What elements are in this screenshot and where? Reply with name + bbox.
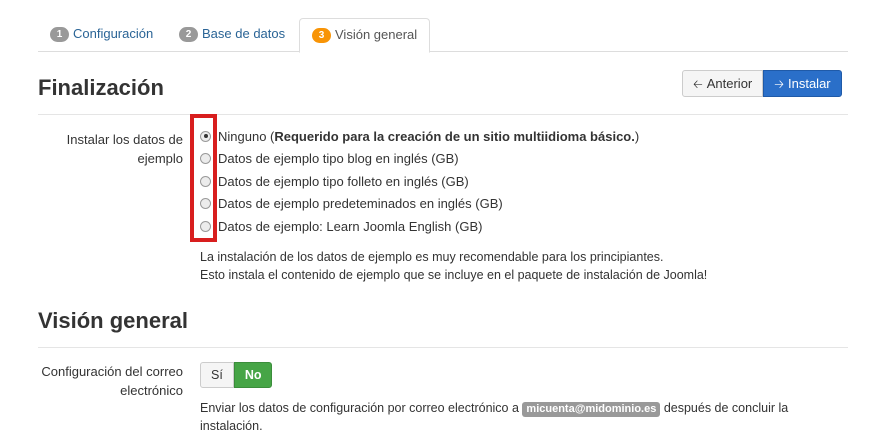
email-help: Enviar los datos de configuración por co… (200, 401, 789, 433)
toggle-yes-button[interactable]: Sí (200, 362, 234, 388)
arrow-left-icon: 🡠 (693, 77, 703, 91)
tab-label: Configuración (73, 26, 154, 41)
tab-database[interactable]: 2 Base de datos (167, 18, 297, 52)
install-steps-tabs: 1 Configuración 2 Base de datos 3 Visión ge… (38, 18, 848, 53)
finalization-divider (38, 114, 848, 115)
tab-overview[interactable]: 3 Visión general (299, 18, 431, 53)
email-config-toggle: Sí No (200, 362, 273, 388)
option-default[interactable]: Datos de ejemplo predeteminados en inglé… (200, 193, 639, 216)
radio-highlight-box (190, 114, 217, 242)
tab-label: Base de datos (202, 26, 286, 41)
finalization-title: Finalización (38, 75, 164, 100)
email-config-label: Configuración del correo electrónico (41, 364, 183, 398)
navigation-buttons: 🡠 Anterior 🡢 Instalar (682, 70, 842, 97)
option-label: Datos de ejemplo: Learn Joomla English (… (218, 218, 483, 234)
option-blog[interactable]: Datos de ejemplo tipo blog en inglés (GB… (200, 148, 639, 171)
previous-label: Anterior (706, 76, 753, 91)
sample-data-label: Instalar los datos de ejemplo (66, 132, 183, 166)
option-label: Datos de ejemplo predeteminados en inglé… (218, 196, 503, 212)
previous-button[interactable]: 🡠 Anterior (682, 70, 764, 97)
sample-data-options: Ninguno (Requerido para la creación de u… (200, 125, 639, 238)
step-badge: 3 (312, 28, 331, 43)
install-button[interactable]: 🡢 Instalar (763, 70, 842, 97)
step-badge: 1 (50, 27, 69, 42)
toggle-no-button[interactable]: No (233, 362, 273, 388)
overview-divider (38, 347, 848, 348)
option-learn[interactable]: Datos de ejemplo: Learn Joomla English (… (200, 215, 639, 238)
email-address-badge: micuenta@midominio.es (522, 402, 661, 417)
install-label: Instalar (788, 76, 831, 91)
arrow-right-icon: 🡢 (774, 77, 784, 91)
option-brochure[interactable]: Datos de ejemplo tipo folleto en inglés … (200, 170, 639, 193)
option-none-label: Ninguno (Requerido para la creación de u… (218, 128, 640, 144)
option-label: Datos de ejemplo tipo folleto en inglés … (218, 173, 469, 189)
overview-title: Visión general (38, 308, 188, 333)
option-label: Datos de ejemplo tipo blog en inglés (GB… (218, 151, 459, 167)
tab-label: Visión general (335, 27, 418, 42)
step-badge: 2 (179, 27, 198, 42)
sample-data-help: La instalación de los datos de ejemplo e… (200, 250, 708, 282)
option-none[interactable]: Ninguno (Requerido para la creación de u… (200, 125, 639, 148)
tab-configuration[interactable]: 1 Configuración (38, 18, 165, 52)
